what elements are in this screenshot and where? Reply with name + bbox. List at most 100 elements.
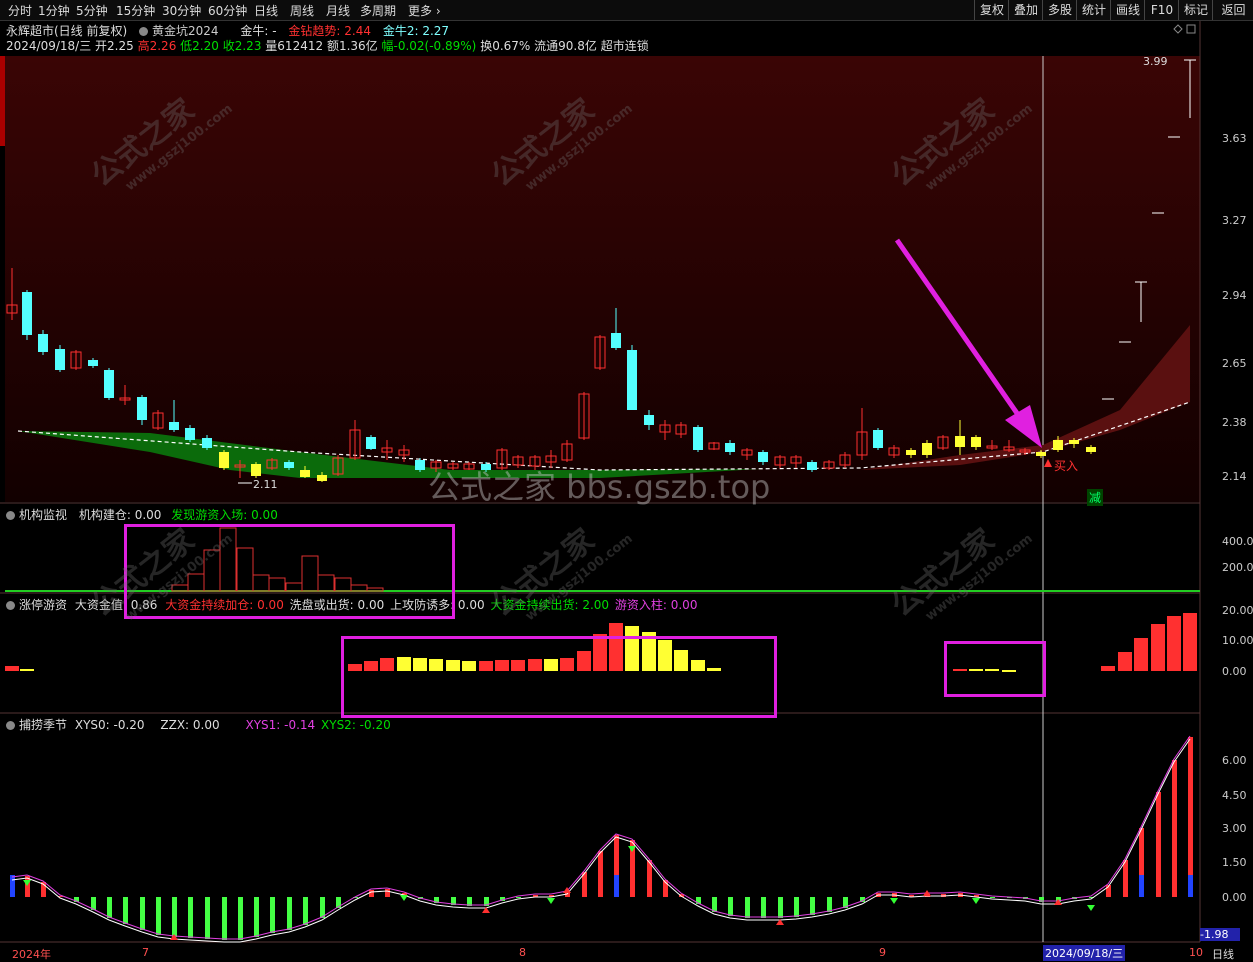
- panel4-axis-label: 4.50: [1222, 789, 1247, 802]
- quote-float: 流通90.8亿: [534, 39, 597, 53]
- signal-down-icon: [1087, 905, 1095, 911]
- panel3-axis-label: 10.00: [1222, 634, 1253, 647]
- tab-monthly[interactable]: 月线: [326, 2, 350, 19]
- limitup-bar: [1101, 666, 1115, 671]
- fishing-bar: [385, 889, 390, 897]
- price-axis-label: 3.27: [1222, 214, 1247, 227]
- price-axis-label: 2.38: [1222, 416, 1247, 429]
- side-marker: [0, 56, 5, 146]
- tab-weekly[interactable]: 周线: [290, 2, 314, 19]
- highlight-box: [341, 636, 777, 718]
- panel-institution-header: 机构监视 机构建仓: 0.00 发现游资入场: 0.00: [6, 506, 278, 523]
- fishing-bar: [205, 897, 210, 939]
- tab-1min[interactable]: 1分钟: [38, 2, 70, 19]
- axis-month-label: 7: [142, 946, 149, 959]
- candle-body: [317, 475, 327, 481]
- candle-body: [284, 462, 294, 468]
- candle-body: [38, 334, 48, 352]
- settings-dot-icon[interactable]: [139, 27, 149, 36]
- quote-volume: 量612412: [265, 39, 324, 53]
- fishing-bar: [1188, 737, 1193, 897]
- fishing-bar: [107, 897, 112, 918]
- candle-body: [807, 462, 817, 470]
- f10-button[interactable]: F10: [1144, 0, 1179, 20]
- candle-body: [1053, 440, 1063, 450]
- fishing-bar: [778, 897, 783, 918]
- signal-down-icon: [400, 895, 408, 901]
- tab-60min[interactable]: 60分钟: [208, 2, 247, 19]
- candle-body: [644, 415, 654, 425]
- cursor-date-badge: 2024/09/18/三: [1043, 945, 1126, 961]
- fishing-bar: [287, 897, 292, 930]
- candle-body: [873, 430, 883, 448]
- panel-dot-icon[interactable]: [6, 601, 15, 610]
- tab-daily[interactable]: 日线: [254, 2, 278, 19]
- fishing-bar: [516, 897, 521, 898]
- period-toolbar: 分时 1分钟 5分钟 15分钟 30分钟 60分钟 日线 周线 月线 多周期 更…: [0, 0, 1253, 21]
- candle-body: [922, 443, 932, 455]
- candle-body: [611, 333, 621, 348]
- price-axis-label: 2.94: [1222, 289, 1247, 302]
- quote-turnover: 换0.67%: [480, 39, 531, 53]
- tab-5min[interactable]: 5分钟: [76, 2, 108, 19]
- candle-body: [169, 422, 179, 430]
- tab-more[interactable]: 更多 ›: [408, 2, 441, 19]
- max-price-label: 3.99: [1143, 55, 1168, 68]
- signal-down-icon: [547, 898, 555, 904]
- fishing-bar: [1172, 760, 1177, 897]
- fishing-blue-bar: [10, 875, 15, 897]
- fishing-bar: [254, 897, 259, 937]
- quote-low: 低2.20: [180, 39, 219, 53]
- quote-amount: 额1.36亿: [326, 39, 378, 53]
- statistics-button[interactable]: 统计: [1076, 0, 1111, 20]
- overlay-button[interactable]: 叠加: [1008, 0, 1043, 20]
- signal-down-icon: [890, 898, 898, 904]
- panel4-axis-label: 1.50: [1222, 856, 1247, 869]
- back-button[interactable]: 返回: [1212, 0, 1253, 20]
- panel-dot-icon[interactable]: [6, 721, 15, 730]
- fishing-bar: [238, 897, 243, 940]
- diamond-icon: [1173, 24, 1183, 34]
- institution-build-value: 机构建仓: 0.00: [78, 508, 162, 522]
- fishing-bar: [156, 897, 161, 935]
- mark-button[interactable]: 标记: [1178, 0, 1213, 20]
- fishing-bar: [794, 897, 799, 917]
- fishing-bar: [712, 897, 717, 912]
- multi-stock-button[interactable]: 多股: [1042, 0, 1077, 20]
- fishing-blue-bar: [1139, 875, 1144, 897]
- candle-body: [137, 397, 147, 420]
- tab-intraday[interactable]: 分时: [8, 2, 32, 19]
- jinzuan-value: 金钻趋势: 2.44: [288, 24, 371, 38]
- tab-15min[interactable]: 15分钟: [116, 2, 155, 19]
- panel4-axis-label: 0.00: [1222, 891, 1247, 904]
- tab-multi-period[interactable]: 多周期: [360, 2, 396, 19]
- draw-line-button[interactable]: 画线: [1110, 0, 1145, 20]
- candle-body: [104, 370, 114, 398]
- quote-open: 开2.25: [95, 39, 134, 53]
- limitup-bar: [1118, 652, 1132, 671]
- axis-month-label: 9: [879, 946, 886, 959]
- fishing-bar: [745, 897, 750, 918]
- stock-name: 永辉超市(日线 前复权): [6, 24, 128, 38]
- candle-body: [88, 360, 98, 366]
- panel-dot-icon[interactable]: [6, 511, 15, 520]
- fishing-blue-bar: [614, 875, 619, 897]
- candle-body: [906, 450, 916, 455]
- limitup-bar: [1167, 616, 1181, 671]
- restore-rights-button[interactable]: 复权: [974, 0, 1009, 20]
- candle-body: [300, 470, 310, 477]
- indicator-selector[interactable]: 黄金坑2024: [139, 24, 219, 38]
- candle-body: [22, 292, 32, 335]
- tab-30min[interactable]: 30分钟: [162, 2, 201, 19]
- hot-money-bar-value: 游资入柱: 0.00: [614, 598, 698, 612]
- fishing-bar: [172, 897, 177, 937]
- signal-down-icon: [972, 898, 980, 904]
- panel3-axis-label: 20.00: [1222, 604, 1253, 617]
- quote-change: 幅-0.02(-0.89%): [381, 39, 477, 53]
- panel4-axis-label: 6.00: [1222, 754, 1247, 767]
- quote-high: 高2.26: [137, 39, 177, 53]
- price-axis-label: 2.65: [1222, 357, 1247, 370]
- candle-body: [219, 452, 229, 468]
- zzx-value: ZZX: 0.00: [160, 718, 220, 732]
- candle-body: [693, 427, 703, 450]
